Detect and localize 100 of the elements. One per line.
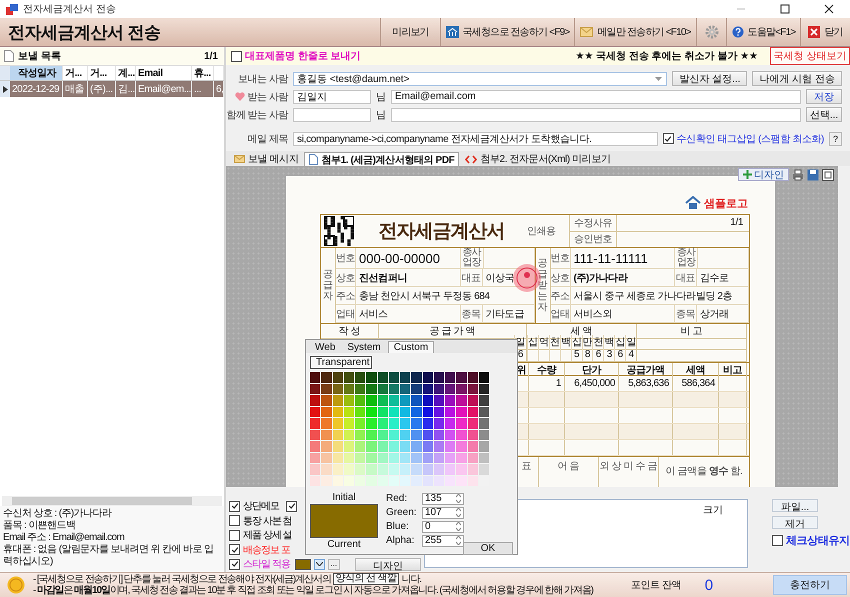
company-name: 진선컴퍼니 [356, 269, 460, 287]
window-icon[interactable] [822, 168, 834, 180]
invoice-label: 상호 [550, 269, 570, 287]
design-button[interactable]: 디자인 [738, 168, 789, 181]
vertical-scrollbar[interactable] [838, 166, 850, 496]
spinner-icon [456, 522, 461, 531]
transparent-button[interactable]: Transparent [310, 356, 372, 369]
number-field[interactable]: 135 [422, 492, 464, 504]
more-button[interactable]: ... [328, 558, 340, 570]
column-header[interactable]: 휴... [192, 66, 214, 80]
form-button[interactable]: 나에게 시험 전송 [752, 71, 842, 86]
channel-label: Red: [386, 493, 408, 504]
tab[interactable]: 첨부1. (세금)계산서형태의 PDF [304, 152, 460, 166]
column-header[interactable]: 작성일자 [10, 66, 63, 80]
page-title: 전자세금계산서 전송 [7, 22, 162, 44]
digit-value: 3 [606, 348, 612, 360]
list-title: 보낼 목록 [18, 50, 61, 63]
invoice-label: 주소 [336, 287, 356, 305]
digit-label: 백 [603, 335, 614, 349]
checkbox[interactable] [662, 133, 674, 144]
column-header[interactable]: 거... [88, 66, 116, 80]
checkbox[interactable] [231, 50, 242, 62]
logo-text: 샘플로고 [704, 196, 748, 210]
checkbox[interactable] [229, 558, 240, 570]
invoice-label: 종사업장 [675, 248, 698, 269]
maximize-icon[interactable] [780, 4, 790, 14]
sender-dropdown[interactable]: 홍길동 <test@daum.net> [293, 72, 668, 86]
save-button[interactable]: 저장 [806, 89, 842, 104]
toolbar-button[interactable]: 메일만 전송하기 <F10> [574, 18, 696, 46]
digit-value: 8 [584, 348, 590, 360]
charge-button[interactable]: 충전하기 [772, 575, 847, 595]
toolbar-button[interactable]: 국세청으로 전송하기 <F9> [440, 18, 574, 46]
business-type: 서비스 [356, 305, 460, 323]
checkbox[interactable] [229, 515, 240, 526]
checkbox[interactable] [229, 544, 240, 556]
number-field[interactable]: 0 [422, 520, 464, 532]
column-header[interactable]: 계... [116, 66, 136, 80]
subject-field[interactable]: si,companyname->ci,companyname 전자세금계산서가 도착했습니다. [293, 132, 658, 146]
list-row[interactable]: 2022-12-29 매출 (주)... 김... Email@em... ... 6, [0, 81, 224, 97]
print-icon[interactable] [792, 168, 804, 180]
help-button[interactable]: ? [829, 132, 842, 146]
ok-button[interactable]: OK [463, 542, 513, 555]
app-icon [6, 4, 18, 14]
attachment-button[interactable]: 파일... [772, 499, 818, 512]
tab[interactable]: Web [310, 341, 340, 353]
channel-label: Blue: [386, 521, 410, 532]
checkbox[interactable] [286, 500, 297, 512]
plus-icon [743, 170, 752, 179]
tab[interactable]: System [342, 341, 386, 353]
name-field[interactable] [293, 108, 371, 122]
checkbox[interactable] [229, 530, 240, 541]
table-cell: ... [192, 81, 214, 97]
checkbox-label: 상단메모 [243, 500, 279, 514]
close-icon[interactable] [824, 4, 834, 14]
design-button[interactable]: 디자인 [355, 558, 421, 571]
list-count: 1/1 [204, 50, 218, 62]
business-item: 상거래 [697, 305, 749, 323]
save-icon[interactable] [807, 168, 819, 180]
toolbar-button[interactable]: 미리보기 [380, 18, 440, 46]
select-button[interactable]: 선택... [806, 107, 842, 122]
page-number: 1/1 [730, 217, 743, 228]
toolbar-button[interactable]: 닫기 [800, 18, 850, 46]
color-swatch[interactable] [294, 558, 311, 570]
column-header[interactable]: 거... [63, 66, 88, 80]
horizontal-scrollbar[interactable] [2, 496, 222, 506]
checkbox-label: 대표제품명 한줄로 보내기 [245, 50, 361, 63]
table-cell: 586,364 [673, 376, 719, 391]
checkbox[interactable] [229, 500, 240, 512]
table-cell: 매출 [63, 81, 88, 97]
detail-line: 휴대폰 : 없음 (알림문자를 보내려면 위 칸에 바로 입력하십시오) [3, 544, 214, 568]
email-field[interactable] [391, 108, 801, 122]
tab[interactable]: 첨부2. 전자문서(Xml) 미리보기 [461, 152, 615, 166]
receipt-text: 이 금액을 영수 함. [664, 465, 744, 479]
address: 서울시 중구 세종로 가나다라빌딩 2층 [570, 287, 749, 305]
digit-label: 억 [538, 335, 549, 349]
form-button[interactable]: 발신자 설정... [672, 71, 748, 86]
dropdown-button[interactable] [314, 558, 325, 570]
status-button[interactable]: 국세청 상태보기 [770, 47, 850, 65]
number-field[interactable]: 255 [422, 534, 464, 546]
business-item: 기타도급 [482, 305, 534, 323]
column-header[interactable]: Email [136, 66, 192, 80]
number-field[interactable]: 107 [422, 506, 464, 518]
tab[interactable]: Custom [388, 341, 434, 353]
toolbar-button[interactable]: 도움말<F1> [726, 18, 800, 46]
email-field[interactable]: Email@email.com [391, 90, 801, 104]
digit-label: 십 [527, 335, 538, 349]
tab[interactable]: 보낼 메시지 [230, 152, 302, 166]
checkbox-label: 제품 상세 설 [243, 529, 292, 542]
column-header: 크기 [703, 504, 723, 517]
registration-number: 111-11-11111 [570, 248, 675, 269]
table-cell: (주)... [88, 81, 116, 97]
invoice-label: 상호 [336, 269, 356, 287]
attachment-button[interactable]: 제거 [772, 516, 818, 529]
checkbox[interactable] [772, 535, 783, 546]
checkbox-label: 스타일 적용 [243, 558, 290, 572]
detail-line: Email 주소 : Email@email.com [3, 532, 126, 544]
color-palette[interactable] [310, 372, 490, 486]
invoice-label: 승인번호 [570, 232, 617, 247]
current-label: Current [327, 539, 361, 550]
name-field[interactable]: 김일지 [293, 90, 371, 104]
